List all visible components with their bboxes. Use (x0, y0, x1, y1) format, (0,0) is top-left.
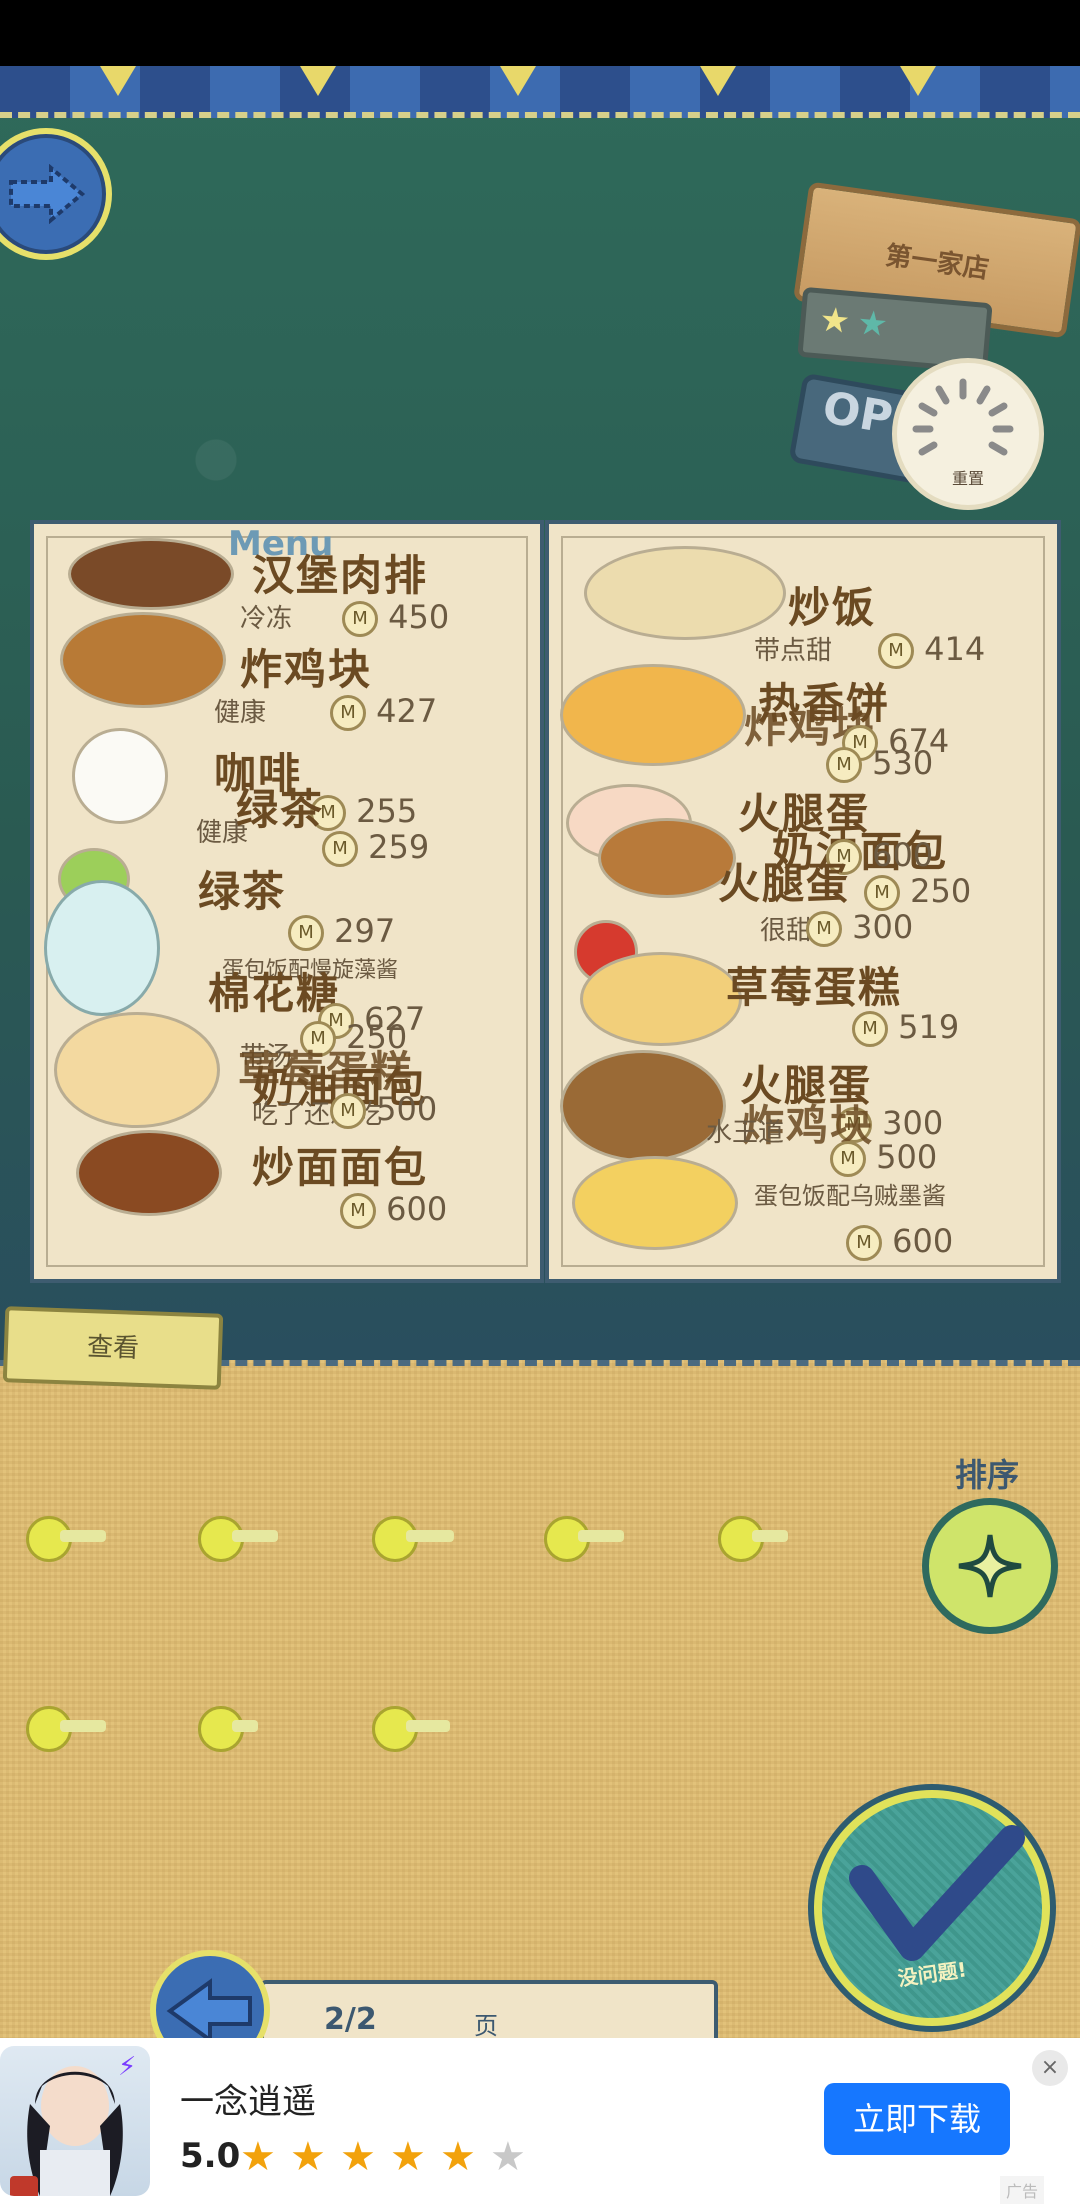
dish-tag: 冷冻 (240, 604, 293, 634)
dish-name: 绿茶 (198, 867, 287, 916)
coin-icon: M (830, 1141, 866, 1177)
dish-price: M 255 (310, 792, 417, 831)
ad-banner[interactable]: ⚡ 一念逍遥 5.0 ★ ★ ★ ★ ★ ★ 立即下载 × 广告 (0, 2038, 1080, 2204)
dish-name: 草莓蛋糕 (726, 963, 903, 1012)
dish-price: M 259 (322, 828, 429, 867)
dish-price: M 414 (878, 630, 985, 669)
confirm-button[interactable]: 没问题! (814, 1790, 1050, 2026)
dish-price: M 450 (342, 598, 449, 637)
food-image (572, 1156, 738, 1250)
star-filled-icon: ★ (440, 2134, 476, 2180)
flag-decoration (700, 66, 736, 96)
coin-icon: M (322, 831, 358, 867)
food-image (76, 1130, 222, 1216)
coin-icon: M (852, 1011, 888, 1047)
dish-tag: 蛋包饭配乌贼墨酱 (754, 1182, 946, 1210)
food-image (580, 952, 742, 1046)
dish-name: 炒面面包 (252, 1143, 429, 1192)
food-image (44, 880, 160, 1016)
coin-icon: M (342, 601, 378, 637)
store-name: 第一家店 (883, 240, 991, 285)
star-filled-icon: ★ (340, 2134, 376, 2180)
customer-slot-bar (406, 1530, 454, 1542)
dish-name: 火腿蛋 (718, 859, 851, 908)
view-tab-label: 查看 (86, 1332, 140, 1364)
ad-rating-value: 5.0 (180, 2136, 241, 2176)
status-bar (0, 0, 1080, 66)
star-icon: ★ (855, 302, 890, 346)
view-tab[interactable]: 查看 (2, 1306, 224, 1390)
coin-icon: M (878, 633, 914, 669)
dish-price: M 600 (846, 1222, 953, 1261)
star-icon: ★ (817, 299, 852, 342)
customer-slot-bar (232, 1530, 278, 1542)
page-indicator: 2/2 (324, 2002, 377, 2037)
flag-decoration (300, 66, 336, 96)
dish-price: M 250 (864, 872, 971, 911)
customer-slot-bar (60, 1720, 106, 1732)
dish-name: 炒饭 (788, 583, 877, 632)
coin-icon: M (864, 875, 900, 911)
ad-tag: 广告 (1000, 2176, 1045, 2204)
reset-button[interactable]: 重置 (892, 358, 1044, 510)
reset-label: 重置 (951, 469, 984, 488)
coin-icon: M (806, 911, 842, 947)
sort-button[interactable] (922, 1498, 1058, 1634)
dish-name: 绿茶 (236, 785, 325, 834)
arrow-right-icon (9, 164, 86, 224)
flag-decoration (100, 66, 136, 96)
customer-slot-bar (60, 1530, 106, 1542)
dish-price: M 530 (826, 744, 933, 783)
coin-icon: M (330, 695, 366, 731)
coin-icon: M (288, 915, 324, 951)
dish-price: M 500 (330, 1090, 437, 1129)
customer-slot-bar (232, 1720, 258, 1732)
dish-price: M 300 (806, 908, 913, 947)
food-image (560, 1050, 726, 1162)
food-image (598, 818, 736, 898)
lightning-icon: ⚡ (118, 2052, 137, 2082)
flag-decoration (900, 66, 936, 96)
food-image (54, 1012, 220, 1128)
ad-close-button[interactable]: × (1032, 2050, 1068, 2086)
customer-slot-bar (578, 1530, 624, 1542)
star-filled-icon: ★ (390, 2134, 426, 2180)
ad-download-button[interactable]: 立即下载 (824, 2083, 1010, 2155)
page-unit: 页 (474, 2012, 498, 2040)
star-filled-icon: ★ (240, 2134, 276, 2180)
flag-decoration (500, 66, 536, 96)
star-filled-icon: ★ (290, 2134, 326, 2180)
dish-tag: 水王道 (706, 1118, 785, 1148)
arrow-left-icon (166, 1978, 252, 2044)
food-image (560, 664, 746, 766)
food-image (68, 538, 234, 610)
dish-price: M 600 (340, 1190, 447, 1229)
sort-label: 排序 (955, 1456, 1020, 1494)
dish-price: M 297 (288, 912, 395, 951)
dish-tag: 很甜 (760, 916, 813, 946)
customer-slot-bar (752, 1530, 788, 1542)
dish-price: M 519 (852, 1008, 959, 1047)
ad-app-title: 一念逍遥 (180, 2082, 316, 2122)
food-image (584, 546, 786, 640)
dish-name: 炸鸡块 (240, 645, 373, 694)
coin-icon: M (826, 747, 862, 783)
dish-tag: 健康 (214, 698, 267, 728)
star-empty-icon: ★ (490, 2134, 526, 2180)
food-image (60, 612, 226, 708)
dish-tag: 带点甜 (754, 636, 833, 666)
sparkle-icon (958, 1534, 1022, 1598)
dish-price: M 500 (830, 1138, 937, 1177)
dish-name: 汉堡肉排 (252, 551, 429, 600)
dish-price: M 427 (330, 692, 437, 731)
food-image (72, 728, 168, 824)
coin-icon: M (330, 1093, 366, 1129)
coin-icon: M (340, 1193, 376, 1229)
coin-icon: M (846, 1225, 882, 1261)
customer-slot-bar (406, 1720, 450, 1732)
